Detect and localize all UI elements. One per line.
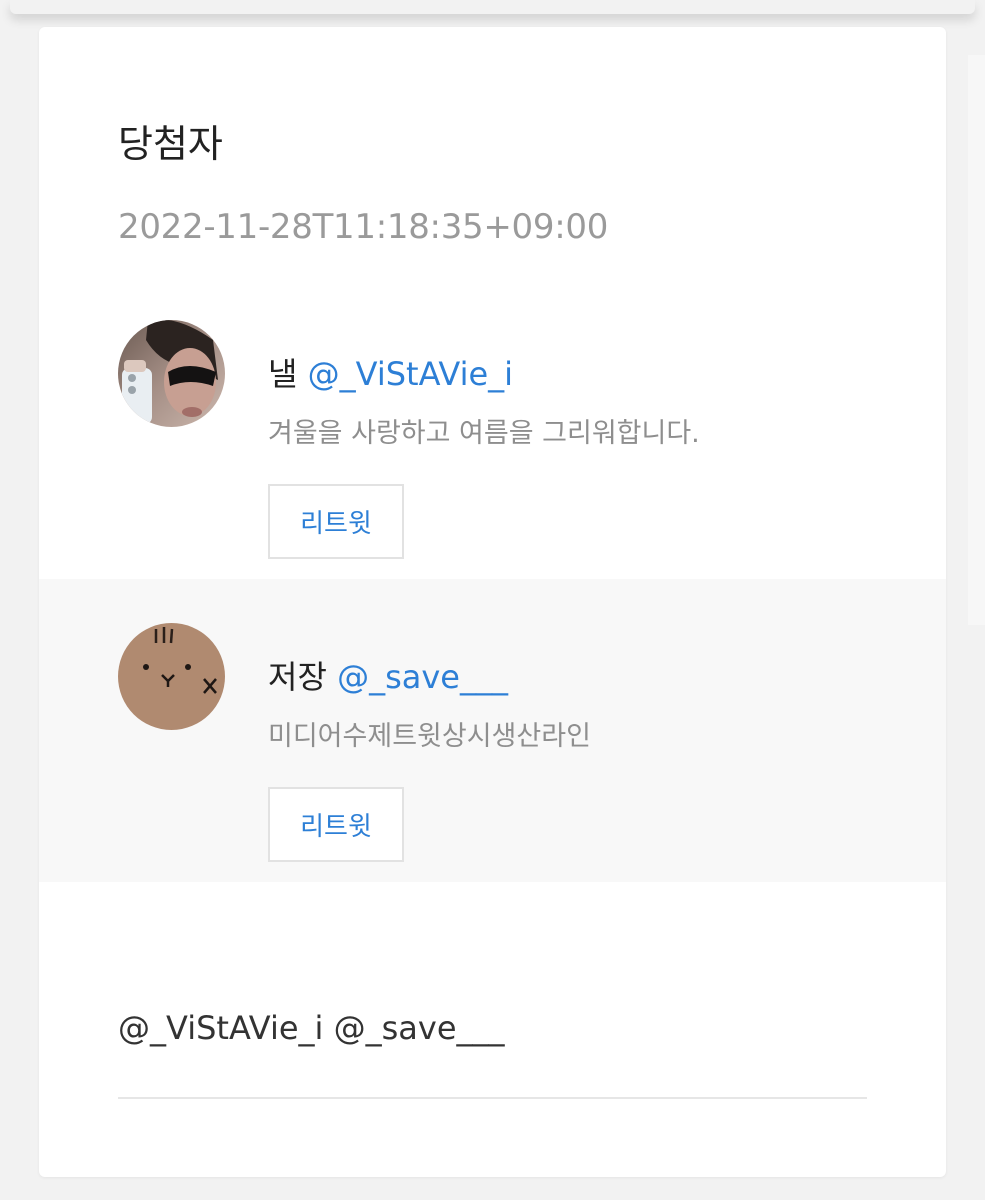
top-app-bar-edge <box>10 0 975 14</box>
winner-item: 저장 @_save___ 미디어수제트윗상시생산라인 리트윗 <box>39 579 946 882</box>
winner-handle-link[interactable]: @_ViStAVie_i <box>308 355 513 393</box>
winners-card: 당첨자 2022-11-28T11:18:35+09:00 낼 @_ViStAV… <box>39 27 946 1177</box>
winner-bio: 미디어수제트윗상시생산라인 <box>268 721 591 752</box>
avatar[interactable] <box>118 320 225 427</box>
scroll-edge <box>968 55 985 625</box>
divider <box>118 1097 867 1099</box>
winner-display-name: 낼 <box>268 355 298 393</box>
card-title: 당첨자 <box>118 122 223 166</box>
mentions-text[interactable]: @_ViStAVie_i @_save___ <box>118 1012 505 1044</box>
retweet-button[interactable]: 리트윗 <box>268 787 404 862</box>
winner-item: 낼 @_ViStAVie_i 겨울을 사랑하고 여름을 그리워합니다. 리트윗 <box>39 276 946 579</box>
retweet-button[interactable]: 리트윗 <box>268 484 404 559</box>
winner-name: 저장 @_save___ <box>268 661 508 693</box>
draw-datetime: 2022-11-28T11:18:35+09:00 <box>118 207 609 247</box>
winner-bio: 겨울을 사랑하고 여름을 그리워합니다. <box>268 418 700 449</box>
winner-name: 낼 @_ViStAVie_i <box>268 358 513 390</box>
avatar[interactable] <box>118 623 225 730</box>
winner-handle-link[interactable]: @_save___ <box>337 658 508 696</box>
winner-display-name: 저장 <box>268 658 327 696</box>
